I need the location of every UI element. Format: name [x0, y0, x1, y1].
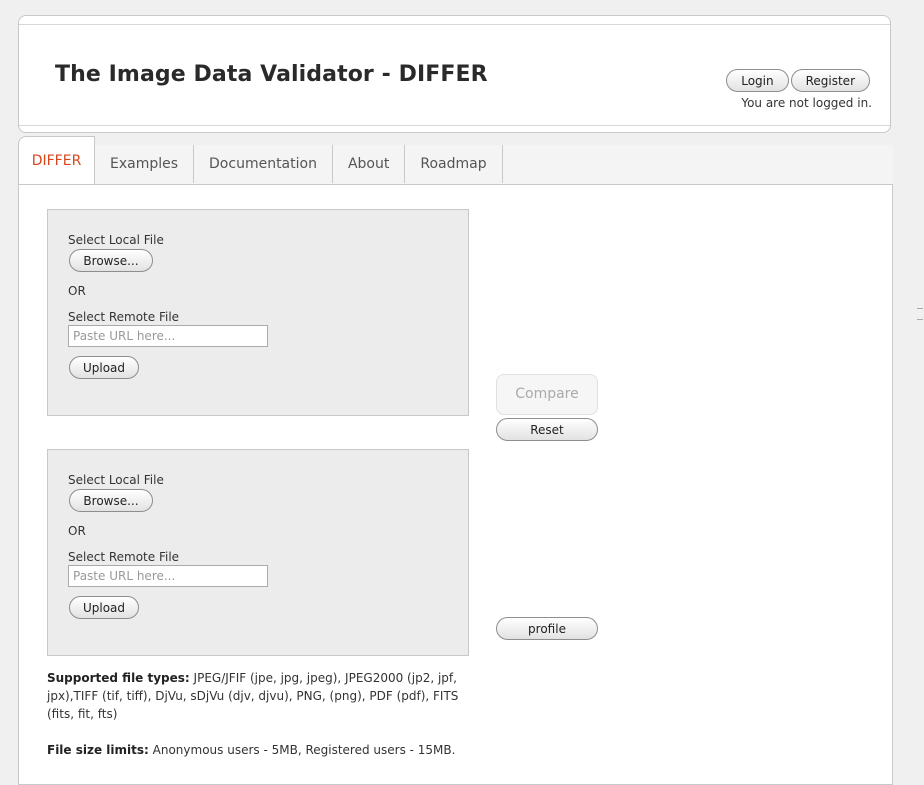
scrollbar-grip-icon[interactable] [917, 308, 923, 320]
site-title: The Image Data Validator - DIFFER [55, 62, 488, 87]
upload-button[interactable]: Upload [69, 356, 139, 379]
tab-documentation[interactable]: Documentation [194, 145, 333, 183]
tab-differ[interactable]: DIFFER [18, 136, 95, 184]
local-file-label: Select Local File [68, 233, 164, 247]
tab-about[interactable]: About [333, 145, 406, 183]
remote-file-label: Select Remote File [68, 310, 180, 324]
header-divider-bottom [19, 125, 890, 126]
or-label: OR [68, 284, 86, 298]
header-divider-top [19, 24, 890, 25]
browse-button[interactable]: Browse... [69, 249, 153, 272]
local-file-label: Select Local File [68, 473, 164, 487]
remote-url-input[interactable] [68, 565, 268, 587]
page-scrollbar[interactable] [916, 0, 924, 764]
supported-file-types: Supported file types: JPEG/JFIF (jpe, jp… [47, 669, 479, 723]
remote-url-input[interactable] [68, 325, 268, 347]
size-limits-text: Anonymous users - 5MB, Registered users … [148, 743, 456, 757]
upload-button[interactable]: Upload [69, 596, 139, 619]
size-limits-heading: File size limits: [47, 743, 149, 757]
upload-panel-second: Select Local File Browse... OR Select Re… [47, 449, 469, 656]
login-button[interactable]: Login [726, 69, 789, 92]
or-label: OR [68, 524, 86, 538]
remote-file-label: Select Remote File [68, 550, 180, 564]
auth-buttons: Login Register [726, 69, 870, 92]
file-size-limits: File size limits: Anonymous users - 5MB,… [47, 741, 479, 759]
upload-panel-first: Select Local File Browse... OR Select Re… [47, 209, 469, 416]
browse-button[interactable]: Browse... [69, 489, 153, 512]
tab-bar: DIFFER Examples Documentation About Road… [18, 136, 893, 185]
register-button[interactable]: Register [790, 69, 870, 92]
compare-button[interactable]: Compare [496, 374, 598, 415]
tab-examples[interactable]: Examples [95, 145, 195, 183]
site-header: The Image Data Validator - DIFFER Login … [18, 15, 891, 133]
profile-button[interactable]: profile [496, 617, 598, 640]
reset-button[interactable]: Reset [496, 418, 598, 441]
supported-types-heading: Supported file types: [47, 671, 190, 685]
tab-roadmap[interactable]: Roadmap [405, 145, 503, 183]
main-content: DIFFER Examples Documentation About Road… [18, 136, 893, 785]
login-status: You are not logged in. [741, 96, 872, 110]
